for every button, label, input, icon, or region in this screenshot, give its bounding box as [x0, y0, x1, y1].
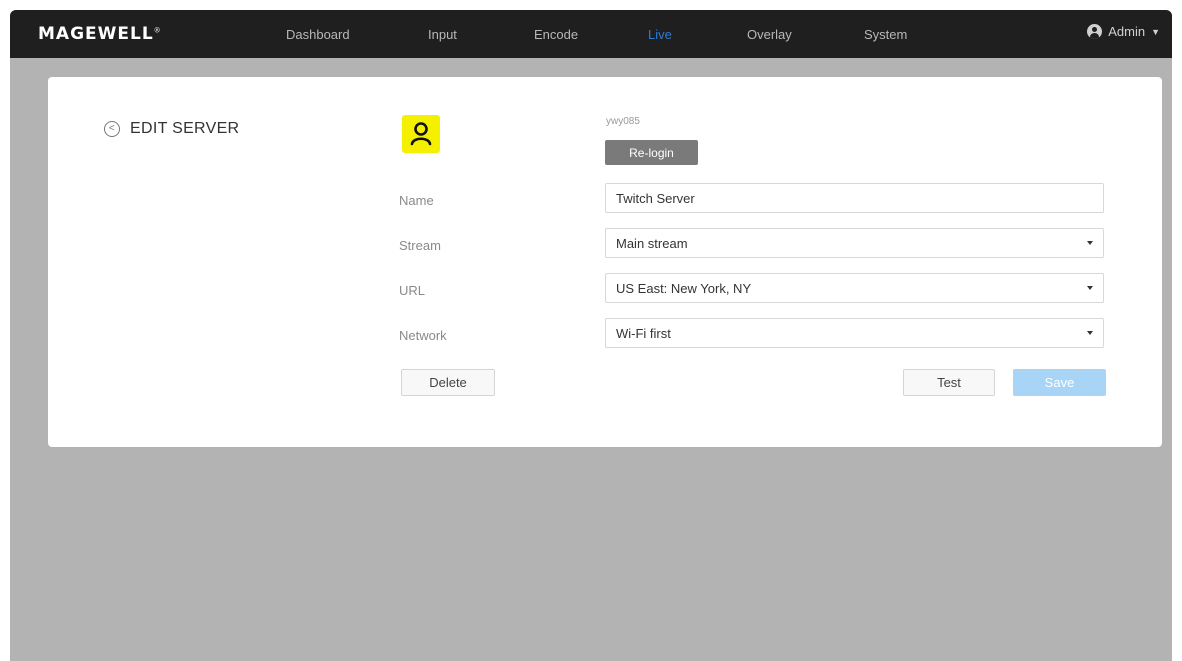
delete-button[interactable]: Delete: [401, 369, 495, 396]
stream-select[interactable]: Main stream: [605, 228, 1104, 258]
name-input[interactable]: Twitch Server: [605, 183, 1104, 213]
stream-value: Main stream: [616, 235, 688, 251]
edit-server-panel: < EDIT SERVER ywy085 Re-login Name Twitc…: [48, 77, 1162, 447]
network-value: Wi-Fi first: [616, 325, 671, 341]
test-button[interactable]: Test: [903, 369, 995, 396]
network-select[interactable]: Wi-Fi first: [605, 318, 1104, 348]
nav-overlay[interactable]: Overlay: [747, 27, 792, 42]
name-label: Name: [399, 193, 434, 208]
account-username: ywy085: [606, 116, 640, 127]
url-value: US East: New York, NY: [616, 280, 752, 296]
save-button[interactable]: Save: [1013, 369, 1106, 396]
back-arrow-icon[interactable]: <: [104, 121, 120, 137]
top-navbar: MAGEWELL® Dashboard Input Encode Live Ov…: [10, 10, 1172, 58]
page-title: EDIT SERVER: [130, 120, 240, 137]
back-link[interactable]: < EDIT SERVER: [104, 120, 239, 138]
relogin-button[interactable]: Re-login: [605, 140, 698, 165]
chevron-down-icon: [1087, 286, 1093, 290]
logo-text: MAGEWELL: [38, 24, 154, 44]
app-window: MAGEWELL® Dashboard Input Encode Live Ov…: [10, 10, 1172, 661]
brand-logo[interactable]: MAGEWELL®: [38, 24, 162, 44]
user-icon: [1087, 24, 1103, 39]
chevron-down-icon: [1087, 241, 1093, 245]
account-avatar: [402, 115, 440, 153]
logo-trademark: ®: [153, 26, 162, 35]
chevron-down-icon: [1087, 331, 1093, 335]
nav-dashboard[interactable]: Dashboard: [286, 27, 350, 42]
user-label: Admin: [1108, 24, 1146, 39]
user-menu[interactable]: Admin ▼: [1087, 24, 1160, 39]
chevron-down-icon: ▼: [1151, 26, 1160, 37]
url-label: URL: [399, 283, 426, 298]
nav-input[interactable]: Input: [428, 27, 457, 42]
nav-system[interactable]: System: [864, 27, 907, 42]
network-label: Network: [399, 328, 447, 343]
stream-label: Stream: [399, 238, 441, 253]
nav-encode[interactable]: Encode: [534, 27, 578, 42]
url-select[interactable]: US East: New York, NY: [605, 273, 1104, 303]
name-value: Twitch Server: [616, 190, 695, 206]
user-avatar-icon: [410, 122, 432, 146]
nav-live[interactable]: Live: [648, 27, 672, 42]
